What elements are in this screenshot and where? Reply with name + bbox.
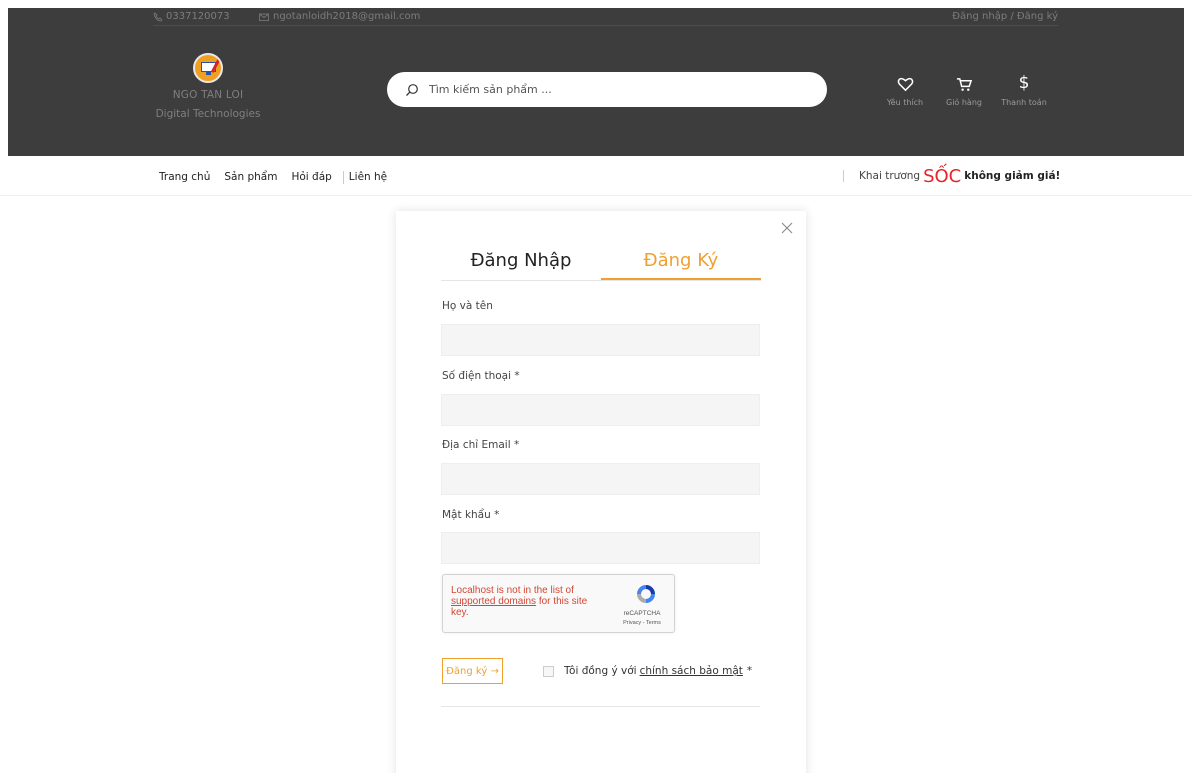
site-logo[interactable]: NGO TAN LOI Digital Technologies — [153, 53, 263, 120]
password-input[interactable] — [441, 532, 760, 564]
promo-prefix: Khai trương — [859, 170, 921, 182]
nav-item-products[interactable]: Sản phẩm — [224, 171, 277, 184]
login-register-link[interactable]: Đăng nhập / Đăng ký — [952, 11, 1058, 22]
auth-tabs: Đăng Nhập Đăng Ký — [441, 244, 761, 281]
wishlist-label: Yêu thích — [886, 98, 924, 107]
brand-name: NGO TAN LOI — [172, 89, 244, 101]
recaptcha-error-prefix: Localhost is not in the list of — [451, 585, 574, 596]
logo-icon — [193, 53, 223, 83]
nav-item-faq[interactable]: Hỏi đáp — [291, 171, 331, 184]
recaptcha-terms[interactable]: Privacy - Terms — [620, 620, 664, 626]
tab-login[interactable]: Đăng Nhập — [441, 244, 601, 280]
recaptcha-domains-link[interactable]: supported domains — [451, 596, 536, 607]
promo-suffix: không giảm giá! — [964, 170, 1061, 182]
contact-phone: 0337120073 — [153, 11, 230, 22]
phone-number: 0337120073 — [166, 11, 230, 22]
promo-banner: Khai trương SỐC không giảm giá! — [843, 163, 1060, 189]
phone-label: Số điện thoại * — [442, 370, 520, 382]
phone-input[interactable] — [441, 394, 760, 426]
search-icon — [406, 83, 418, 96]
cart-button[interactable]: Giỏ hàng — [939, 72, 989, 107]
mail-icon — [259, 13, 269, 21]
main-nav: Trang chủ Sản phẩm Hỏi đáp Liên hệ Khai … — [0, 156, 1192, 196]
checkout-label: Thanh toán — [1001, 98, 1047, 107]
required-mark: * — [746, 665, 753, 677]
contact-email: ngotanloidh2018@gmail.com — [259, 11, 420, 22]
privacy-agreement: Tôi đồng ý với chính sách bảo mật * — [543, 665, 752, 677]
recaptcha-brand: reCAPTCHA — [623, 610, 661, 617]
agree-checkbox[interactable] — [543, 665, 554, 677]
email-label: Địa chỉ Email * — [442, 439, 520, 451]
recaptcha-error: Localhost is not in the list of supporte… — [451, 585, 606, 618]
tab-register[interactable]: Đăng Ký — [601, 244, 761, 280]
email-input[interactable] — [441, 463, 760, 495]
recaptcha-widget[interactable]: Localhost is not in the list of supporte… — [442, 574, 675, 633]
agree-text: Tôi đồng ý với — [564, 665, 637, 677]
nav-divider — [342, 171, 344, 184]
phone-icon — [153, 11, 163, 21]
modal-divider — [441, 706, 760, 707]
nav-item-home[interactable]: Trang chủ — [159, 171, 210, 184]
heart-icon — [897, 77, 913, 92]
password-label: Mật khẩu * — [442, 509, 500, 521]
recaptcha-icon — [637, 585, 655, 603]
nav-links: Trang chủ Sản phẩm Hỏi đáp Liên hệ — [159, 171, 401, 184]
register-button[interactable]: Đăng ký → — [442, 658, 503, 684]
promo-divider — [843, 170, 844, 182]
fullname-input[interactable] — [441, 324, 760, 356]
dollar-icon: $ — [1018, 73, 1030, 93]
cart-label: Giỏ hàng — [946, 98, 982, 107]
brand-subtitle: Digital Technologies — [155, 108, 261, 120]
checkout-button[interactable]: $ Thanh toán — [999, 72, 1049, 108]
site-header: 0337120073 ngotanloidh2018@gmail.com Đăn… — [8, 8, 1184, 156]
auth-modal: Đăng Nhập Đăng Ký Họ và tên Số điện thoạ… — [396, 211, 806, 773]
privacy-policy-link[interactable]: chính sách bảo mật — [640, 665, 743, 677]
fullname-label: Họ và tên — [442, 300, 493, 312]
top-bar: 0337120073 ngotanloidh2018@gmail.com Đăn… — [153, 8, 1058, 26]
search-bar[interactable] — [387, 72, 827, 107]
close-icon[interactable] — [780, 221, 794, 235]
promo-highlight: SỐC — [923, 165, 962, 187]
nav-item-contact[interactable]: Liên hệ — [349, 171, 387, 184]
search-input[interactable] — [429, 83, 809, 96]
cart-icon — [956, 78, 972, 91]
recaptcha-logo — [632, 582, 660, 611]
email-address: ngotanloidh2018@gmail.com — [273, 11, 421, 22]
wishlist-button[interactable]: Yêu thích — [880, 72, 930, 107]
